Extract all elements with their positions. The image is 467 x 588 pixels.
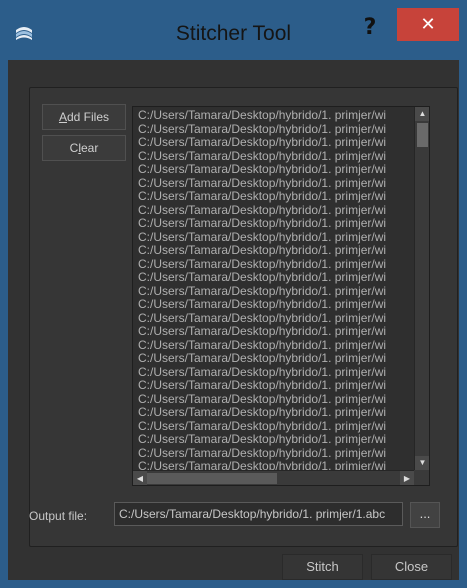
list-item[interactable]: C:/Users/Tamara/Desktop/hybrido/1. primj… (138, 298, 428, 312)
triangle-down-icon[interactable]: ▼ (415, 456, 429, 470)
vertical-scroll-thumb[interactable] (417, 123, 428, 147)
stitcher-window: Stitcher Tool ? ✕ Add Files Clear C:/Use… (0, 0, 467, 588)
triangle-left-icon[interactable]: ◀ (133, 471, 147, 485)
list-item[interactable]: C:/Users/Tamara/Desktop/hybrido/1. primj… (138, 177, 428, 191)
list-item[interactable]: C:/Users/Tamara/Desktop/hybrido/1. primj… (138, 352, 428, 366)
list-item[interactable]: C:/Users/Tamara/Desktop/hybrido/1. primj… (138, 271, 428, 285)
list-item[interactable]: C:/Users/Tamara/Desktop/hybrido/1. primj… (138, 231, 428, 245)
list-item[interactable]: C:/Users/Tamara/Desktop/hybrido/1. primj… (138, 123, 428, 137)
triangle-up-icon[interactable]: ▲ (415, 107, 429, 121)
file-list[interactable]: C:/Users/Tamara/Desktop/hybrido/1. primj… (132, 106, 430, 486)
list-item[interactable]: C:/Users/Tamara/Desktop/hybrido/1. primj… (138, 163, 428, 177)
add-files-accel: A (58, 110, 67, 124)
list-item[interactable]: C:/Users/Tamara/Desktop/hybrido/1. primj… (138, 312, 428, 326)
list-item[interactable]: C:/Users/Tamara/Desktop/hybrido/1. primj… (138, 406, 428, 420)
add-files-button[interactable]: Add Files (42, 104, 126, 130)
list-item[interactable]: C:/Users/Tamara/Desktop/hybrido/1. primj… (138, 204, 428, 218)
list-item[interactable]: C:/Users/Tamara/Desktop/hybrido/1. primj… (138, 393, 428, 407)
browse-button[interactable]: ... (410, 502, 440, 528)
triangle-right-icon[interactable]: ▶ (400, 471, 414, 485)
help-button[interactable]: ? (348, 14, 392, 42)
list-item[interactable]: C:/Users/Tamara/Desktop/hybrido/1. primj… (138, 379, 428, 393)
list-item[interactable]: C:/Users/Tamara/Desktop/hybrido/1. primj… (138, 258, 428, 272)
window-close-button[interactable]: ✕ (397, 8, 459, 41)
file-list-items: C:/Users/Tamara/Desktop/hybrido/1. primj… (138, 109, 428, 474)
output-file-input[interactable] (114, 502, 403, 526)
list-item[interactable]: C:/Users/Tamara/Desktop/hybrido/1. primj… (138, 150, 428, 164)
title-bar[interactable]: Stitcher Tool ? ✕ (0, 0, 467, 60)
list-item[interactable]: C:/Users/Tamara/Desktop/hybrido/1. primj… (138, 433, 428, 447)
list-item[interactable]: C:/Users/Tamara/Desktop/hybrido/1. primj… (138, 217, 428, 231)
list-item[interactable]: C:/Users/Tamara/Desktop/hybrido/1. primj… (138, 325, 428, 339)
list-item[interactable]: C:/Users/Tamara/Desktop/hybrido/1. primj… (138, 366, 428, 380)
list-item[interactable]: C:/Users/Tamara/Desktop/hybrido/1. primj… (138, 136, 428, 150)
scroll-corner (414, 470, 429, 485)
stitch-button[interactable]: Stitch (282, 554, 363, 580)
add-files-label: dd Files (66, 110, 110, 124)
list-item[interactable]: C:/Users/Tamara/Desktop/hybrido/1. primj… (138, 190, 428, 204)
close-button[interactable]: Close (371, 554, 452, 580)
clear-button[interactable]: Clear (42, 135, 126, 161)
list-item[interactable]: C:/Users/Tamara/Desktop/hybrido/1. primj… (138, 420, 428, 434)
dialog-body: Add Files Clear C:/Users/Tamara/Desktop/… (8, 60, 459, 580)
output-file-label: Output file: (29, 509, 88, 523)
horizontal-scrollbar[interactable]: ◀ ▶ (133, 470, 414, 485)
horizontal-scroll-thumb[interactable] (147, 473, 277, 484)
list-item[interactable]: C:/Users/Tamara/Desktop/hybrido/1. primj… (138, 447, 428, 461)
vertical-scrollbar[interactable]: ▲ ▼ (414, 107, 429, 470)
clear-label-end: ear (81, 141, 99, 155)
list-item[interactable]: C:/Users/Tamara/Desktop/hybrido/1. primj… (138, 285, 428, 299)
list-item[interactable]: C:/Users/Tamara/Desktop/hybrido/1. primj… (138, 109, 428, 123)
list-item[interactable]: C:/Users/Tamara/Desktop/hybrido/1. primj… (138, 244, 428, 258)
list-item[interactable]: C:/Users/Tamara/Desktop/hybrido/1. primj… (138, 339, 428, 353)
